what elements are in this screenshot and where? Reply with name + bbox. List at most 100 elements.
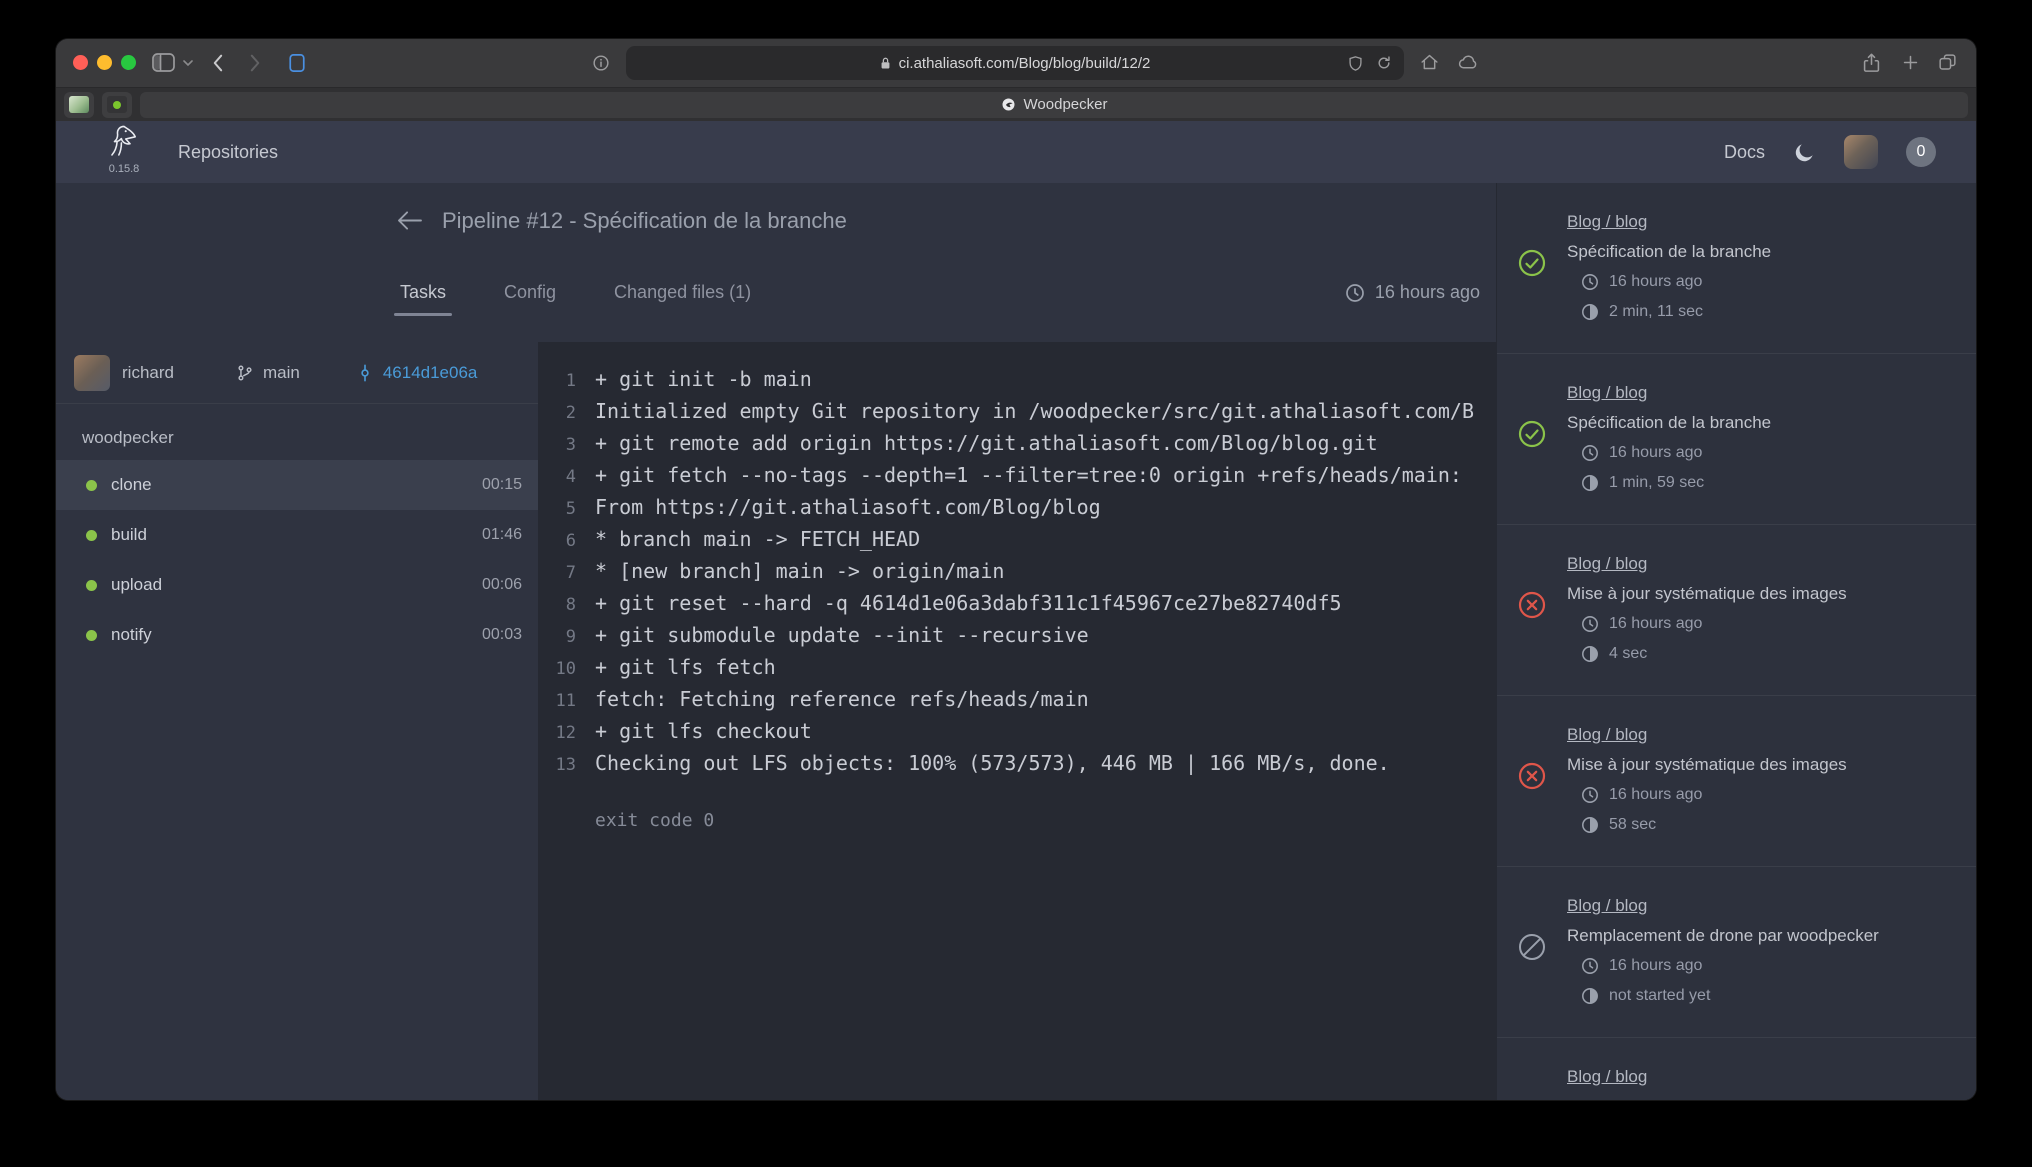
status-failure-icon: [1518, 762, 1546, 790]
share-icon[interactable]: [1862, 51, 1881, 74]
repo-link[interactable]: Blog / blog: [1567, 720, 1647, 750]
clock-icon: [1581, 615, 1599, 633]
entry-duration: 4 sec: [1581, 639, 1956, 669]
commit-message: Mise à jour systématique des images: [1567, 579, 1956, 609]
pinned-tab-2[interactable]: [102, 92, 132, 118]
woodpecker-logo[interactable]: 0.15.8: [96, 123, 152, 175]
tab-overview-icon[interactable]: [1938, 53, 1957, 72]
clock-icon: [1581, 444, 1599, 462]
address-bar[interactable]: ci.athaliasoft.com/Blog/blog/build/12/2: [626, 46, 1404, 80]
feed-entry[interactable]: Blog / blogSpécification de la branche16…: [1497, 354, 1976, 525]
line-text: Initialized empty Git repository in /woo…: [595, 396, 1474, 426]
tab-changed-files-1[interactable]: Changed files (1): [608, 278, 757, 307]
close-window-button[interactable]: [73, 55, 88, 70]
reload-icon[interactable]: [1376, 55, 1392, 71]
console-lines: 1+ git init -b main2Initialized empty Gi…: [538, 364, 1496, 780]
feed-entry[interactable]: Blog / blogSpécification de la branche16…: [1497, 183, 1976, 354]
pinned-tab-2-favicon: [107, 96, 127, 113]
branch-icon: [236, 364, 254, 382]
forward-icon[interactable]: [250, 53, 261, 73]
user-avatar[interactable]: [1844, 135, 1878, 169]
console-line: 10+ git lfs fetch: [538, 652, 1496, 684]
repo-link[interactable]: Blog / blog: [1567, 1062, 1647, 1092]
step-status-dot: [86, 530, 97, 541]
step-name: build: [111, 525, 147, 545]
step-clone[interactable]: clone00:15: [56, 460, 538, 510]
pipeline-time: 16 hours ago: [1345, 282, 1480, 303]
line-number: 9: [554, 622, 576, 652]
console-line: 6* branch main -> FETCH_HEAD: [538, 524, 1496, 556]
branch-link[interactable]: main: [236, 363, 300, 383]
line-text: * branch main -> FETCH_HEAD: [595, 524, 920, 554]
repo-link[interactable]: Blog / blog: [1567, 378, 1647, 408]
line-number: 4: [554, 462, 576, 492]
commit-meta-row: richard main: [56, 342, 538, 404]
pinned-tab-1[interactable]: [64, 92, 94, 118]
status-not-started-icon: [1518, 933, 1546, 961]
commit-icon: [356, 364, 374, 382]
entry-duration: 58 sec: [1581, 810, 1956, 840]
line-number: 12: [554, 718, 576, 748]
info-icon[interactable]: [592, 54, 610, 72]
zoom-window-button[interactable]: [121, 55, 136, 70]
desktop-background: ci.athaliasoft.com/Blog/blog/build/12/2: [0, 0, 2032, 1167]
step-duration: 01:46: [482, 526, 522, 544]
page-icon[interactable]: [288, 52, 306, 74]
tab-tasks[interactable]: Tasks: [394, 278, 452, 307]
clock-icon: [1581, 786, 1599, 804]
console-line: 2Initialized empty Git repository in /wo…: [538, 396, 1496, 428]
repo-link[interactable]: Blog / blog: [1567, 207, 1647, 237]
duration-icon: [1581, 816, 1599, 834]
back-arrow-icon[interactable]: [396, 210, 423, 236]
chevron-down-icon[interactable]: [183, 60, 193, 66]
step-name: upload: [111, 575, 162, 595]
tab-config[interactable]: Config: [498, 278, 562, 307]
entry-time: 16 hours ago: [1581, 267, 1956, 297]
exit-code-label: exit code 0: [538, 806, 1496, 836]
cloud-icon[interactable]: [1458, 55, 1479, 70]
minimize-window-button[interactable]: [97, 55, 112, 70]
line-text: + git init -b main: [595, 364, 812, 394]
pipeline-tabs: Tasks Config Changed files (1): [394, 278, 757, 307]
woodpecker-app: 0.15.8 Repositories Docs 0: [56, 121, 1976, 1100]
step-duration: 00:06: [482, 576, 522, 594]
pipeline-header: Pipeline #12 - Spécification de la branc…: [56, 183, 1496, 342]
repo-link[interactable]: Blog / blog: [1567, 891, 1647, 921]
back-icon[interactable]: [212, 53, 223, 73]
step-duration: 00:15: [482, 476, 522, 494]
privacy-icon[interactable]: [1348, 55, 1363, 72]
commit-message: Spécification de la branche: [1567, 408, 1956, 438]
feed-entry[interactable]: Blog / blogMise à jour systématique des …: [1497, 696, 1976, 867]
browser-toolbar: ci.athaliasoft.com/Blog/blog/build/12/2: [56, 39, 1976, 87]
step-build[interactable]: build 01:46: [56, 510, 538, 560]
step-upload[interactable]: upload 00:06: [56, 560, 538, 610]
feed-entry[interactable]: Blog / blogRemplacement de drone par woo…: [1497, 867, 1976, 1038]
home-icon[interactable]: [1420, 53, 1439, 71]
step-name: notify: [111, 625, 152, 645]
feed-entry[interactable]: Blog / blogMise à jour systématique des …: [1497, 525, 1976, 696]
lock-icon: [880, 55, 891, 71]
console-line: 4+ git fetch --no-tags --depth=1 --filte…: [538, 460, 1496, 492]
new-tab-icon[interactable]: [1902, 54, 1919, 71]
moon-icon[interactable]: [1793, 141, 1816, 164]
step-notify[interactable]: notify00:03: [56, 610, 538, 660]
step-status-dot: [86, 580, 97, 591]
commit-hash: 4614d1e06a: [383, 363, 478, 383]
traffic-lights: [73, 55, 136, 70]
active-browser-tab[interactable]: Woodpecker: [140, 92, 1968, 118]
pipeline-work-area: richard main: [56, 342, 1496, 1100]
feed-entry[interactable]: Blog / blog: [1497, 1038, 1976, 1100]
line-number: 3: [554, 430, 576, 460]
steps-panel: richard main: [56, 342, 538, 1100]
clock-icon: [1581, 957, 1599, 975]
line-number: 5: [554, 494, 576, 524]
console-line: 13Checking out LFS objects: 100% (573/57…: [538, 748, 1496, 780]
repo-link[interactable]: Blog / blog: [1567, 549, 1647, 579]
commit-link[interactable]: 4614d1e06a: [356, 363, 478, 383]
step-status-dot: [86, 630, 97, 641]
nav-repositories[interactable]: Repositories: [178, 121, 278, 183]
nav-docs[interactable]: Docs: [1724, 142, 1765, 163]
clock-icon: [1345, 283, 1365, 303]
commit-message: Spécification de la branche: [1567, 237, 1956, 267]
sidebar-toggle-icon[interactable]: [152, 53, 175, 72]
